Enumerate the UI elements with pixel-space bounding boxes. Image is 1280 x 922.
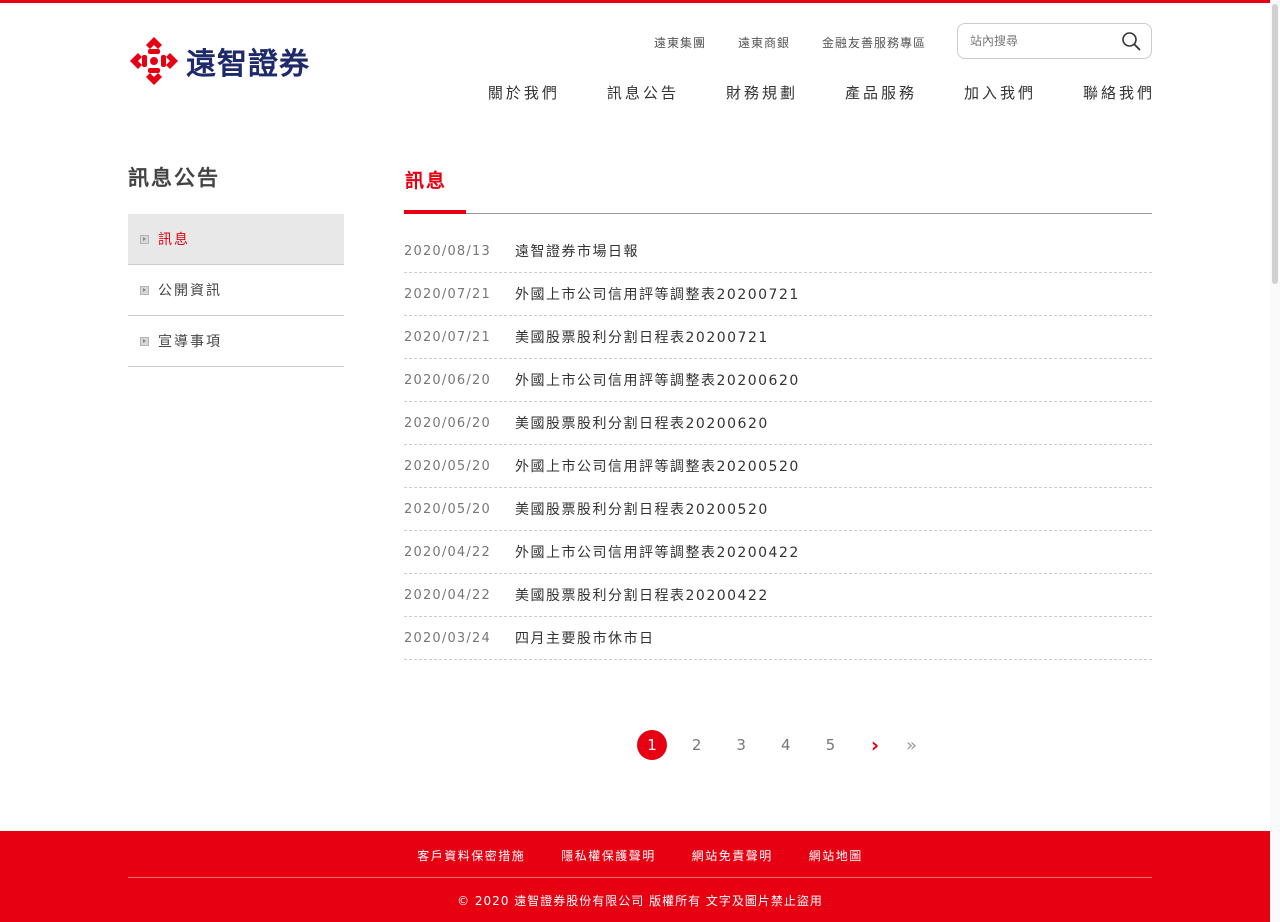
footer-links: 客戶資料保密措施 隱私權保護聲明 網站免責聲明 網站地圖 <box>0 847 1280 864</box>
news-title[interactable]: 外國上市公司信用評等調整表20200520 <box>515 456 800 476</box>
news-date: 2020/06/20 <box>404 415 491 431</box>
brand-name: 遠智證券 <box>186 47 310 82</box>
pagination: 1 2 3 4 5 › » <box>637 730 941 760</box>
news-date: 2020/03/24 <box>404 630 491 646</box>
news-title[interactable]: 外國上市公司信用評等調整表20200620 <box>515 370 800 390</box>
news-date: 2020/08/13 <box>404 243 491 259</box>
sidebar-item-public-info[interactable]: 公開資訊 <box>128 265 344 316</box>
news-date: 2020/04/22 <box>404 587 491 603</box>
news-row[interactable]: 2020/04/22 美國股票股利分割日程表20200422 <box>404 574 1152 617</box>
news-date: 2020/05/20 <box>404 458 491 474</box>
brand-logo-icon <box>130 37 178 85</box>
footer-divider <box>128 877 1152 878</box>
utility-links: 遠東集團 遠東商銀 金融友善服務專區 <box>654 34 926 51</box>
nav-announcements[interactable]: 訊息公告 <box>607 82 679 103</box>
footer-link-disclaimer[interactable]: 網站免責聲明 <box>692 847 773 864</box>
news-list: 2020/08/13 遠智證券市場日報 2020/07/21 外國上市公司信用評等調… <box>404 230 1152 660</box>
nav-about-us[interactable]: 關於我們 <box>488 82 560 103</box>
sidebar-item-label: 宣導事項 <box>158 334 222 350</box>
page-scrollbar[interactable] <box>1270 0 1280 922</box>
news-title[interactable]: 美國股票股利分割日程表20200620 <box>515 413 769 433</box>
footer: 客戶資料保密措施 隱私權保護聲明 網站免責聲明 網站地圖 © 2020 遠智證券… <box>0 831 1280 922</box>
footer-copyright: © 2020 遠智證券股份有限公司 版權所有 文字及圖片禁止盜用 <box>457 894 823 908</box>
nav-financial-planning[interactable]: 財務規劃 <box>726 82 798 103</box>
scrollbar-thumb[interactable] <box>1272 4 1278 284</box>
news-title[interactable]: 美國股票股利分割日程表20200721 <box>515 327 769 347</box>
last-page-icon[interactable]: » <box>897 730 927 760</box>
news-row[interactable]: 2020/07/21 外國上市公司信用評等調整表20200721 <box>404 273 1152 316</box>
content-title-underline <box>404 210 466 214</box>
page-5-button[interactable]: 5 <box>815 730 845 760</box>
news-date: 2020/07/21 <box>404 329 491 345</box>
news-title[interactable]: 外國上市公司信用評等調整表20200721 <box>515 284 800 304</box>
news-title[interactable]: 四月主要股市休市日 <box>515 628 655 648</box>
main-nav: 關於我們 訊息公告 財務規劃 產品服務 加入我們 聯絡我們 <box>488 82 1152 103</box>
sidebar-menu: 訊息 公開資訊 宣導事項 <box>128 214 344 367</box>
sidebar-item-label: 公開資訊 <box>158 283 222 299</box>
content-divider <box>404 213 1152 214</box>
search-input[interactable] <box>970 34 1121 48</box>
sidebar-item-advocacy[interactable]: 宣導事項 <box>128 316 344 367</box>
brand-logo[interactable]: 遠智證券 <box>128 34 310 88</box>
search-icon[interactable] <box>1121 31 1141 51</box>
nav-contact-us[interactable]: 聯絡我們 <box>1083 82 1155 103</box>
news-title[interactable]: 外國上市公司信用評等調整表20200422 <box>515 542 800 562</box>
next-page-icon[interactable]: › <box>860 730 890 760</box>
news-title[interactable]: 美國股票股利分割日程表20200520 <box>515 499 769 519</box>
sidebar-title: 訊息公告 <box>128 166 220 190</box>
top-accent-bar <box>0 0 1280 3</box>
arrow-bullet-icon <box>140 234 149 244</box>
news-row[interactable]: 2020/04/22 外國上市公司信用評等調整表20200422 <box>404 531 1152 574</box>
sidebar-item-news[interactable]: 訊息 <box>128 214 344 265</box>
page-3-button[interactable]: 3 <box>726 730 756 760</box>
footer-link-privacy[interactable]: 隱私權保護聲明 <box>561 847 656 864</box>
page-4-button[interactable]: 4 <box>771 730 801 760</box>
link-far-eastern-group[interactable]: 遠東集團 <box>654 34 706 51</box>
footer-link-data-confidentiality[interactable]: 客戶資料保密措施 <box>417 847 525 864</box>
page-1-button[interactable]: 1 <box>637 730 667 760</box>
page-2-button[interactable]: 2 <box>682 730 712 760</box>
link-financial-friendly-service[interactable]: 金融友善服務專區 <box>822 34 926 51</box>
nav-join-us[interactable]: 加入我們 <box>964 82 1036 103</box>
news-date: 2020/04/22 <box>404 544 491 560</box>
news-row[interactable]: 2020/07/21 美國股票股利分割日程表20200721 <box>404 316 1152 359</box>
news-row[interactable]: 2020/06/20 美國股票股利分割日程表20200620 <box>404 402 1152 445</box>
news-row[interactable]: 2020/06/20 外國上市公司信用評等調整表20200620 <box>404 359 1152 402</box>
news-row[interactable]: 2020/03/24 四月主要股市休市日 <box>404 617 1152 660</box>
link-far-eastern-bank[interactable]: 遠東商銀 <box>738 34 790 51</box>
news-title[interactable]: 遠智證券市場日報 <box>515 241 639 261</box>
nav-products-services[interactable]: 產品服務 <box>845 82 917 103</box>
content-title: 訊息 <box>405 170 448 192</box>
footer-link-sitemap[interactable]: 網站地圖 <box>809 847 863 864</box>
news-title[interactable]: 美國股票股利分割日程表20200422 <box>515 585 769 605</box>
news-date: 2020/07/21 <box>404 286 491 302</box>
arrow-bullet-icon <box>140 336 149 346</box>
news-row[interactable]: 2020/05/20 外國上市公司信用評等調整表20200520 <box>404 445 1152 488</box>
arrow-bullet-icon <box>140 285 149 295</box>
news-row[interactable]: 2020/08/13 遠智證券市場日報 <box>404 230 1152 273</box>
news-date: 2020/05/20 <box>404 501 491 517</box>
site-search <box>957 23 1152 59</box>
sidebar-item-label: 訊息 <box>158 232 190 248</box>
news-row[interactable]: 2020/05/20 美國股票股利分割日程表20200520 <box>404 488 1152 531</box>
news-date: 2020/06/20 <box>404 372 491 388</box>
